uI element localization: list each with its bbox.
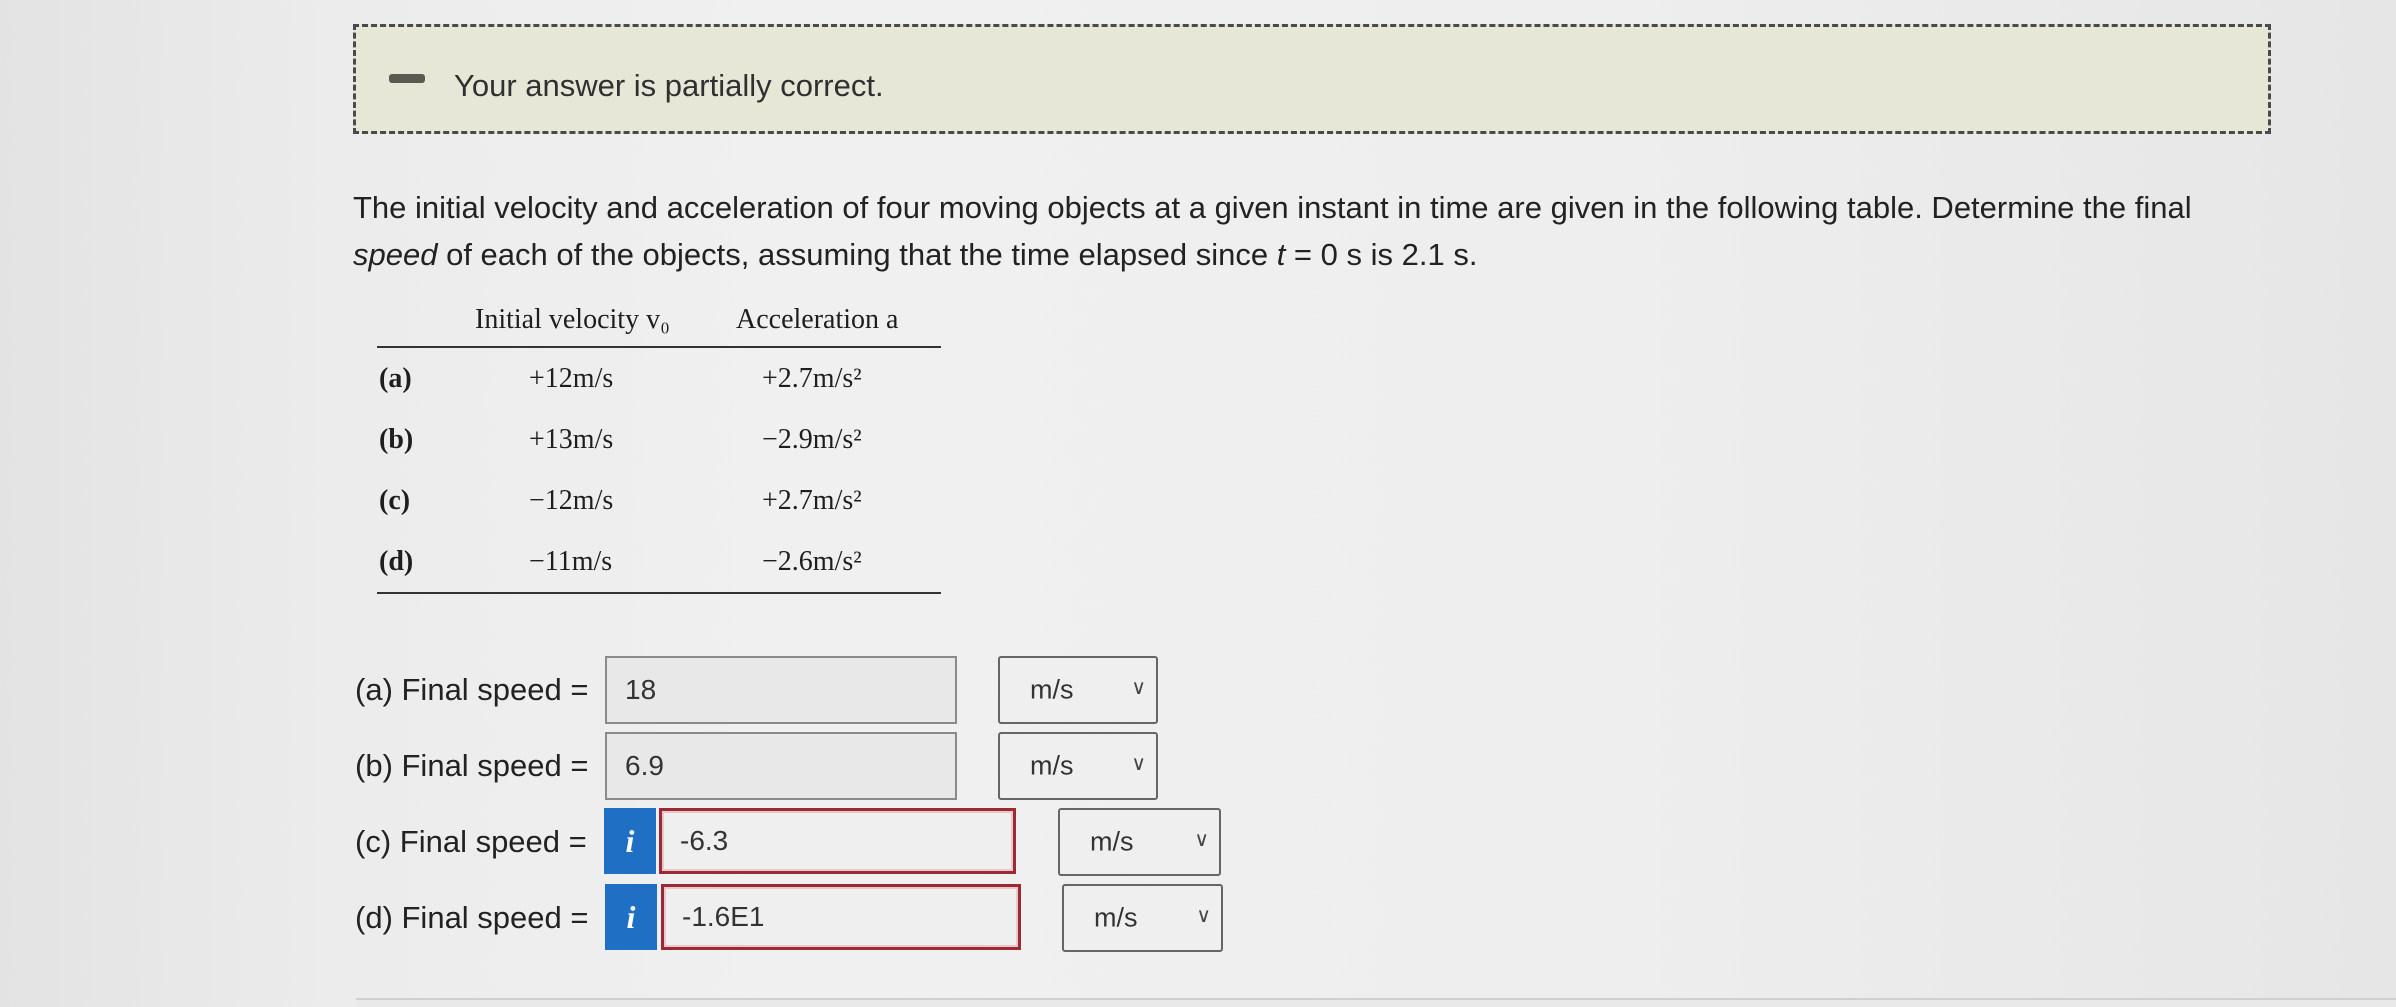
info-icon[interactable]: i [604,808,656,874]
table-row: (b) +13m/s −2.9m/s² [377,409,941,470]
info-icon[interactable]: i [605,884,657,950]
problem-table: Initial velocity v₀ Acceleration a (a) +… [377,300,941,594]
table-row: (c) −12m/s +2.7m/s² [377,470,941,531]
row-label: (d) [379,546,414,577]
table-bottom-rule [377,592,941,594]
question-part2: of each of the objects, assuming that th… [437,237,1277,272]
table-row: (d) −11m/s −2.6m/s² [377,531,941,592]
answer-a-label: (a) Final speed = [355,672,589,707]
row-velocity: −11m/s [529,546,613,577]
question-part3: = 0 s is 2.1 s. [1285,237,1478,272]
row-velocity: −12m/s [529,485,614,516]
answer-d-unit-select[interactable]: m/s ∨ [1062,884,1223,952]
chevron-down-icon: ∨ [1131,677,1146,699]
table-header: Initial velocity v₀ Acceleration a [377,300,941,348]
question-part1: The initial velocity and acceleration of… [353,190,2192,225]
chevron-down-icon: ∨ [1131,753,1146,775]
minus-icon [389,74,425,83]
header-initial-velocity: Initial velocity v₀ [475,304,670,335]
row-label: (a) [379,363,412,394]
row-acceleration: −2.9m/s² [762,424,862,455]
answer-b-input[interactable]: 6.9 [605,732,957,800]
chevron-down-icon: ∨ [1194,829,1209,851]
answer-b-label: (b) Final speed = [355,748,589,783]
row-acceleration: +2.7m/s² [762,485,862,516]
answer-d-label: (d) Final speed = [355,900,589,935]
row-acceleration: +2.7m/s² [762,363,862,394]
answer-b-unit: m/s [1030,750,1074,781]
row-label: (b) [379,424,414,455]
question-text: The initial velocity and acceleration of… [353,184,2233,278]
feedback-message: Your answer is partially correct. [454,68,884,103]
answer-a-unit: m/s [1030,674,1074,705]
answer-a-input[interactable]: 18 [605,656,957,724]
answer-c-input[interactable]: -6.3 [659,808,1016,874]
row-acceleration: −2.6m/s² [762,546,862,577]
question-emphasis: speed [353,237,438,272]
answer-b-unit-select[interactable]: m/s ∨ [998,732,1158,800]
answer-c-unit: m/s [1090,826,1134,857]
row-label: (c) [379,485,411,516]
row-velocity: +13m/s [529,424,614,455]
table-row: (a) +12m/s +2.7m/s² [377,348,941,409]
chevron-down-icon: ∨ [1196,905,1211,927]
answer-d-input[interactable]: -1.6E1 [661,884,1021,950]
answer-a-unit-select[interactable]: m/s ∨ [998,656,1158,724]
answer-d-unit: m/s [1094,902,1138,933]
row-velocity: +12m/s [529,363,614,394]
next-section-edge [356,998,2396,1007]
feedback-banner: Your answer is partially correct. [353,24,2271,134]
header-acceleration: Acceleration a [736,304,899,335]
answer-c-label: (c) Final speed = [355,824,587,859]
answer-c-unit-select[interactable]: m/s ∨ [1058,808,1221,876]
